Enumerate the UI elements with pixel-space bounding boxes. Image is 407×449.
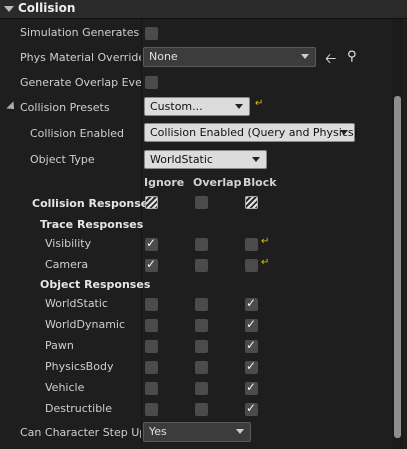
response-row-label: Destructible [45, 402, 112, 415]
ignore-checkbox[interactable] [145, 298, 158, 311]
reset-to-default-icon[interactable]: ↵ [261, 237, 269, 247]
use-selected-arrow-icon[interactable]: 🡠 [325, 48, 336, 72]
ignore-checkbox[interactable] [145, 319, 158, 332]
block-checkbox[interactable] [245, 401, 258, 416]
overlap-checkbox[interactable] [195, 238, 208, 251]
reset-to-default-icon[interactable]: ↵ [255, 99, 263, 109]
response-row-label: Camera [45, 258, 89, 271]
gen-overlap-checkbox[interactable] [145, 76, 158, 89]
col-overlap-header: Overlap [193, 176, 242, 189]
chevron-down-icon [236, 429, 244, 434]
category-title: Collision [18, 1, 76, 15]
all-overlap-checkbox[interactable] [195, 196, 208, 209]
step-up-label: Can Character Step Up O [20, 426, 141, 439]
browse-search-icon[interactable]: ⚲ [347, 49, 357, 64]
ignore-checkbox[interactable] [145, 340, 158, 353]
all-ignore-checkbox[interactable] [145, 196, 158, 209]
sim-generates-hit-checkbox[interactable] [145, 27, 158, 40]
collision-category-header[interactable]: Collision [0, 0, 407, 19]
block-checkbox[interactable] [245, 317, 258, 332]
response-row-label: Vehicle [45, 381, 85, 394]
step-up-value: Yes [149, 425, 167, 438]
chevron-down-icon [301, 54, 309, 59]
details-panel: Collision Simulation Generates H Phys Ma… [0, 0, 407, 449]
collapse-triangle-icon[interactable] [4, 6, 14, 12]
reset-to-default-icon[interactable]: ↵ [261, 258, 269, 268]
scrollbar-thumb[interactable] [394, 96, 401, 438]
chevron-down-icon [235, 104, 243, 109]
object-type-value: WorldStatic [150, 153, 213, 166]
col-ignore-header: Ignore [144, 176, 185, 189]
overlap-checkbox[interactable] [195, 361, 208, 374]
sim-generates-hit-label: Simulation Generates H [20, 26, 141, 39]
collision-enabled-combo[interactable]: Collision Enabled (Query and Physics) [144, 123, 358, 142]
trace-responses-title: Trace Responses [40, 218, 144, 231]
response-row-label: Pawn [45, 339, 74, 352]
ignore-checkbox[interactable] [145, 236, 158, 251]
overlap-checkbox[interactable] [195, 403, 208, 416]
block-checkbox[interactable] [245, 238, 258, 251]
phys-material-combo[interactable]: None [143, 47, 316, 67]
expand-triangle-icon[interactable] [6, 101, 18, 113]
block-checkbox[interactable] [245, 380, 258, 395]
object-type-label: Object Type [30, 153, 95, 166]
step-up-combo[interactable]: Yes [143, 422, 251, 442]
response-row-label: WorldStatic [45, 297, 108, 310]
overlap-checkbox[interactable] [195, 298, 208, 311]
response-row-label: Visibility [45, 237, 92, 250]
ignore-checkbox[interactable] [145, 361, 158, 374]
response-row-label: PhysicsBody [45, 360, 114, 373]
all-block-checkbox[interactable] [245, 196, 258, 209]
col-block-header: Block [243, 176, 277, 189]
ignore-checkbox[interactable] [145, 382, 158, 395]
phys-material-label: Phys Material Override [20, 51, 141, 64]
chevron-down-icon [252, 157, 260, 162]
block-checkbox[interactable] [245, 359, 258, 374]
response-row-label: WorldDynamic [45, 318, 126, 331]
collision-responses-title: Collision Responses [32, 197, 155, 210]
overlap-checkbox[interactable] [195, 340, 208, 353]
overlap-checkbox[interactable] [195, 319, 208, 332]
gen-overlap-label: Generate Overlap Event [20, 76, 141, 89]
block-checkbox[interactable] [245, 296, 258, 311]
presets-value: Custom... [150, 100, 203, 113]
overlap-checkbox[interactable] [195, 382, 208, 395]
presets-combo[interactable]: Custom... [144, 97, 250, 116]
ignore-checkbox[interactable] [145, 257, 158, 272]
block-checkbox[interactable] [245, 259, 258, 272]
chevron-down-icon [340, 130, 348, 135]
presets-label: Collision Presets [20, 101, 110, 114]
column-divider[interactable] [141, 19, 142, 449]
enabled-label: Collision Enabled [30, 127, 125, 140]
overlap-checkbox[interactable] [195, 259, 208, 272]
ignore-checkbox[interactable] [145, 403, 158, 416]
object-type-combo[interactable]: WorldStatic [144, 150, 267, 169]
object-responses-title: Object Responses [40, 278, 151, 291]
collision-enabled-value: Collision Enabled (Query and Physics) [150, 126, 358, 139]
phys-material-value: None [149, 50, 178, 63]
block-checkbox[interactable] [245, 338, 258, 353]
